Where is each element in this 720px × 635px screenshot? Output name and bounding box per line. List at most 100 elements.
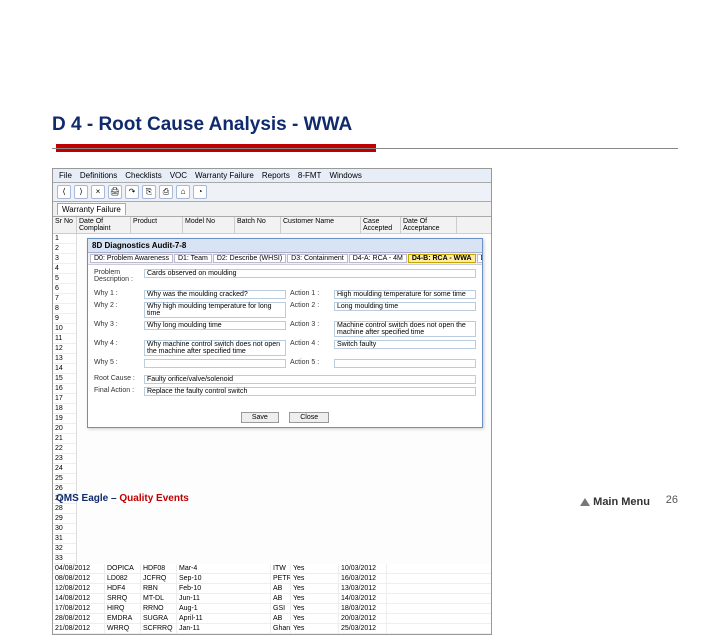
data-grid: 04/08/2012DOPICAHDF08Mar-4ITWYes10/03/20…: [53, 564, 491, 634]
row-number: 29: [53, 514, 76, 524]
row-number: 17: [53, 394, 76, 404]
col-model: Model No: [183, 217, 235, 233]
row-number: 30: [53, 524, 76, 534]
app-screenshot: File Definitions Checklists VOC Warranty…: [52, 168, 492, 635]
col-date: Date Of Complaint: [77, 217, 131, 233]
table-row[interactable]: 14/08/2012SRRQMT-DLJun-11AB M Air Corpor…: [53, 594, 491, 604]
refresh-icon[interactable]: ↷: [125, 185, 139, 199]
dialog-tab[interactable]: D5: Corrective Actions: [477, 254, 483, 263]
action1-field[interactable]: High moulding temperature for some time: [334, 290, 476, 299]
table-row[interactable]: 08/08/2012LD082JCFRQSep-10PETRA LTDYes16…: [53, 574, 491, 584]
copy-icon[interactable]: ⎘: [142, 185, 156, 199]
row-number: 15: [53, 374, 76, 384]
row-number: 2: [53, 244, 76, 254]
action5-field[interactable]: [334, 359, 476, 368]
why4-label: Why 4 :: [94, 340, 144, 347]
table-row[interactable]: 12/08/2012HDF4RBNFeb-10AB M Air Corporat…: [53, 584, 491, 594]
app-menubar: File Definitions Checklists VOC Warranty…: [53, 169, 491, 183]
table-row[interactable]: 04/08/2012DOPICAHDF08Mar-4ITWYes10/03/20…: [53, 564, 491, 574]
table-row[interactable]: 17/08/2012HIRQRRNOAug-1GSI Ganesojas Pvt…: [53, 604, 491, 614]
col-accepted: Case Accepted: [361, 217, 401, 233]
dialog-tab[interactable]: D3: Containment: [287, 254, 348, 263]
row-number: 4: [53, 264, 76, 274]
menu-file[interactable]: File: [59, 171, 72, 180]
nav-next-icon[interactable]: ⟩: [74, 185, 88, 199]
dialog-tab[interactable]: D4-B: RCA - WWA: [408, 254, 476, 263]
why2-label: Why 2 :: [94, 302, 144, 309]
action2-label: Action 2 :: [290, 302, 328, 309]
dialog-tab[interactable]: D4-A: RCA - 4M: [349, 254, 407, 263]
problem-field[interactable]: Cards observed on moulding: [144, 269, 476, 278]
action3-field[interactable]: Machine control switch does not open the…: [334, 321, 476, 337]
menu-voc[interactable]: VOC: [170, 171, 187, 180]
up-arrow-icon: [580, 498, 590, 506]
why5-field[interactable]: [144, 359, 286, 368]
dialog-title: 8D Diagnostics Audit-7-8: [88, 239, 482, 253]
action5-label: Action 5 :: [290, 359, 328, 366]
menu-8fmt[interactable]: 8-FMT: [298, 171, 322, 180]
root-cause-field[interactable]: Faulty orifice/valve/solenoid: [144, 375, 476, 384]
print-icon[interactable]: 🖨: [108, 185, 122, 199]
menu-warranty[interactable]: Warranty Failure: [195, 171, 254, 180]
row-number: 8: [53, 304, 76, 314]
divider: [52, 148, 678, 149]
why2-field[interactable]: Why high moulding temperature for long t…: [144, 302, 286, 318]
save-button[interactable]: Save: [241, 412, 279, 423]
why1-label: Why 1 :: [94, 290, 144, 297]
root-cause-label: Root Cause :: [94, 375, 144, 382]
main-menu-label: Main Menu: [593, 496, 650, 508]
col-customer: Customer Name: [281, 217, 361, 233]
dialog-buttons: Save Close: [88, 403, 482, 427]
chart-icon[interactable]: ◔: [193, 185, 207, 199]
row-numbers: 1234567891011121314151617181920212223242…: [53, 234, 77, 564]
app-toolbar: ⟨ ⟩ × 🖨 ↷ ⎘ ⎙ ⌂ ◔: [53, 183, 491, 202]
col-batch: Batch No: [235, 217, 281, 233]
why1-field[interactable]: Why was the moulding cracked?: [144, 290, 286, 299]
menu-reports[interactable]: Reports: [262, 171, 290, 180]
row-number: 22: [53, 444, 76, 454]
problem-label: Problem Description :: [94, 269, 144, 283]
tab-warranty-failure[interactable]: Warranty Failure: [57, 203, 126, 215]
row-number: 6: [53, 284, 76, 294]
why3-label: Why 3 :: [94, 321, 144, 328]
footer-brand: QMS Eagle – Quality Events: [56, 493, 189, 504]
action2-field[interactable]: Long moulding time: [334, 302, 476, 311]
why3-field[interactable]: Why long moulding time: [144, 321, 286, 330]
dialog-tab[interactable]: D1: Team: [174, 254, 212, 263]
row-number: 7: [53, 294, 76, 304]
row-number: 5: [53, 274, 76, 284]
nav-prev-icon[interactable]: ⟨: [57, 185, 71, 199]
row-number: 20: [53, 424, 76, 434]
row-number: 33: [53, 554, 76, 564]
main-menu-link[interactable]: Main Menu: [580, 496, 650, 508]
dialog-tab[interactable]: D2: Describe (WHSI): [213, 254, 286, 263]
close-icon[interactable]: ×: [91, 185, 105, 199]
why4-field[interactable]: Why machine control switch does not open…: [144, 340, 286, 356]
final-action-label: Final Action :: [94, 387, 144, 394]
row-number: 3: [53, 254, 76, 264]
row-number: 28: [53, 504, 76, 514]
row-number: 11: [53, 334, 76, 344]
row-number: 10: [53, 324, 76, 334]
page-number: 26: [666, 494, 678, 506]
table-row[interactable]: 28/08/2012EMDRASUGRAApril-11AB M Air Cor…: [53, 614, 491, 624]
action4-field[interactable]: Switch faulty: [334, 340, 476, 349]
export-icon[interactable]: ⎙: [159, 185, 173, 199]
menu-definitions[interactable]: Definitions: [80, 171, 117, 180]
row-number: 23: [53, 454, 76, 464]
row-number: 12: [53, 344, 76, 354]
final-action-field[interactable]: Replace the faulty control switch: [144, 387, 476, 396]
row-number: 21: [53, 434, 76, 444]
table-row[interactable]: 21/08/2012WRRQSCFRRQJan-11Ghantil Appare…: [53, 624, 491, 634]
menu-windows[interactable]: Windows: [329, 171, 361, 180]
close-button[interactable]: Close: [289, 412, 329, 423]
slide-title: D 4 - Root Cause Analysis - WWA: [52, 114, 352, 136]
dialog-tab[interactable]: D0: Problem Awareness: [90, 254, 173, 263]
dialog-tabs: D0: Problem AwarenessD1: TeamD2: Describ…: [88, 253, 482, 265]
col-srno: Sr No: [53, 217, 77, 233]
menu-checklists[interactable]: Checklists: [125, 171, 161, 180]
row-number: 25: [53, 474, 76, 484]
row-number: 24: [53, 464, 76, 474]
row-number: 18: [53, 404, 76, 414]
home-icon[interactable]: ⌂: [176, 185, 190, 199]
